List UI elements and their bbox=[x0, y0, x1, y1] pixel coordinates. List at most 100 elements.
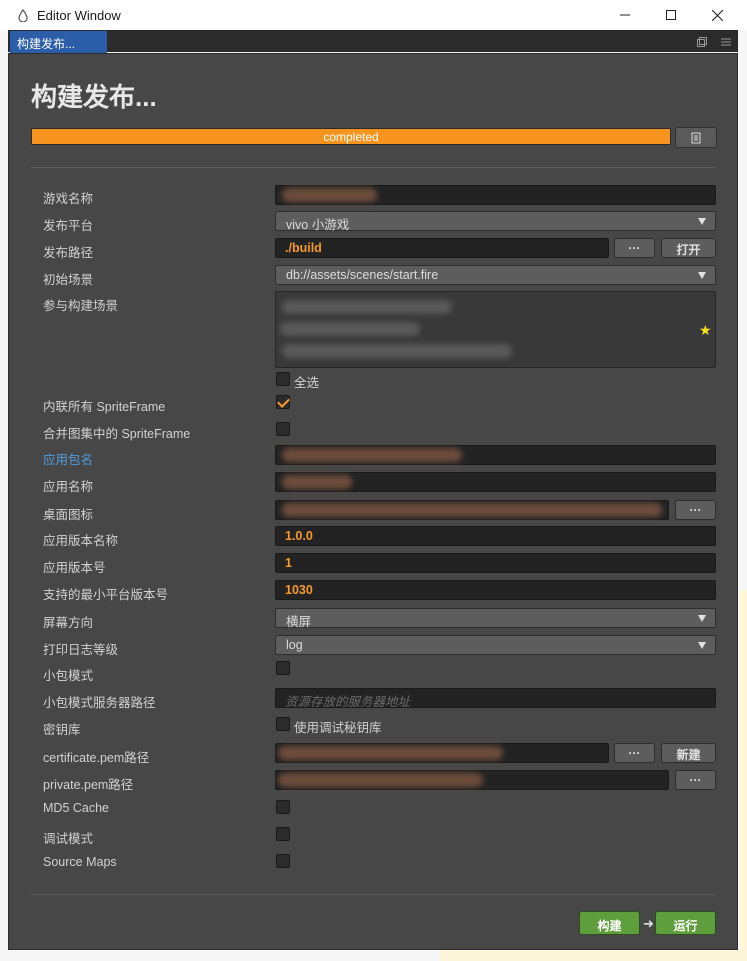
star-icon: ★ bbox=[699, 322, 712, 338]
log-level-select[interactable]: log bbox=[275, 635, 716, 655]
app-name-input[interactable] bbox=[275, 472, 716, 492]
close-icon bbox=[711, 9, 723, 21]
subpackage-server-placeholder: 资源存放的服务器地址 bbox=[285, 695, 411, 709]
select-all-label: 全选 bbox=[294, 376, 320, 390]
inline-sprite-checkbox[interactable] bbox=[276, 395, 290, 409]
redacted-value bbox=[282, 188, 377, 202]
cert-new-button[interactable]: 新建 bbox=[661, 743, 716, 763]
desktop-icon-browse-button[interactable]: ··· bbox=[675, 500, 716, 520]
chevron-down-icon bbox=[698, 615, 706, 622]
start-scene-value: db://assets/scenes/start.fire bbox=[286, 268, 439, 282]
subpackage-label: 小包模式 bbox=[43, 669, 94, 683]
app-name-label: 应用名称 bbox=[43, 480, 94, 494]
maximize-icon bbox=[666, 10, 676, 20]
title-bar: Editor Window bbox=[0, 0, 747, 30]
redacted-value bbox=[278, 773, 483, 787]
cert-input[interactable] bbox=[275, 743, 609, 763]
path-label: 发布路径 bbox=[43, 246, 94, 260]
version-name-input[interactable]: 1.0.0 bbox=[275, 526, 716, 546]
merge-sprite-label: 合并图集中的 SpriteFrame bbox=[43, 427, 191, 441]
log-level-value: log bbox=[286, 638, 303, 652]
private-browse-button[interactable]: ··· bbox=[675, 770, 716, 790]
orientation-label: 屏幕方向 bbox=[43, 616, 94, 630]
path-input[interactable]: ./build bbox=[275, 238, 609, 258]
select-all-checkbox[interactable] bbox=[276, 372, 290, 386]
scene-item[interactable] bbox=[282, 344, 512, 358]
version-name-label: 应用版本名称 bbox=[43, 534, 119, 548]
redacted-value bbox=[282, 448, 462, 462]
progress-bar: completed bbox=[31, 128, 671, 145]
tab-build[interactable]: 构建发布... bbox=[10, 31, 107, 53]
document-icon bbox=[691, 132, 701, 143]
cert-label: certificate.pem路径 bbox=[43, 751, 150, 765]
background-left bbox=[0, 30, 8, 961]
version-code-label: 应用版本号 bbox=[43, 561, 106, 575]
background-note-bottom bbox=[440, 950, 747, 961]
tab-strip bbox=[8, 30, 738, 52]
open-log-button[interactable] bbox=[675, 127, 717, 148]
chevron-down-icon bbox=[698, 218, 706, 225]
private-label: private.pem路径 bbox=[43, 778, 134, 792]
divider-top bbox=[31, 167, 716, 168]
maximize-button[interactable] bbox=[648, 0, 694, 30]
desktop-icon-input[interactable] bbox=[275, 500, 669, 520]
minimize-icon bbox=[620, 14, 630, 16]
debug-label: 调试模式 bbox=[43, 832, 94, 846]
debug-checkbox[interactable] bbox=[276, 827, 290, 841]
cert-browse-button[interactable]: ··· bbox=[614, 743, 655, 763]
min-platform-label: 支持的最小平台版本号 bbox=[43, 588, 169, 602]
version-code-input[interactable]: 1 bbox=[275, 553, 716, 573]
keystore-debug-label: 使用调试秘钥库 bbox=[294, 721, 382, 735]
progress-status: completed bbox=[323, 130, 379, 144]
build-scenes-label: 参与构建场景 bbox=[43, 299, 119, 313]
private-input[interactable] bbox=[275, 770, 669, 790]
window-title: Editor Window bbox=[37, 8, 121, 23]
app-icon bbox=[18, 9, 28, 22]
orientation-value: 横屏 bbox=[286, 615, 312, 629]
md5-checkbox[interactable] bbox=[276, 800, 290, 814]
orientation-select[interactable]: 横屏 bbox=[275, 608, 716, 629]
scene-item[interactable] bbox=[282, 300, 452, 314]
scene-item[interactable] bbox=[280, 322, 420, 336]
redacted-value bbox=[282, 475, 352, 489]
package-name-input[interactable] bbox=[275, 445, 716, 465]
desktop-icon-label: 桌面图标 bbox=[43, 508, 94, 522]
redacted-value bbox=[278, 746, 503, 760]
path-open-button[interactable]: 打开 bbox=[661, 238, 716, 258]
game-name-input[interactable] bbox=[275, 185, 716, 205]
subpackage-checkbox[interactable] bbox=[276, 661, 290, 675]
scene-list[interactable] bbox=[275, 291, 716, 368]
min-platform-input[interactable]: 1030 bbox=[275, 580, 716, 600]
subpackage-server-input[interactable]: 资源存放的服务器地址 bbox=[275, 688, 716, 709]
run-button[interactable]: 运行 bbox=[655, 911, 716, 935]
keystore-label: 密钥库 bbox=[43, 723, 81, 737]
close-button[interactable] bbox=[694, 0, 740, 30]
redacted-value bbox=[282, 503, 662, 517]
minimize-button[interactable] bbox=[602, 0, 648, 30]
platform-select[interactable]: vivo 小游戏 bbox=[275, 211, 716, 232]
game-name-label: 游戏名称 bbox=[43, 192, 94, 206]
popout-icon[interactable] bbox=[697, 37, 707, 47]
sourcemaps-label: Source Maps bbox=[43, 855, 117, 869]
sourcemaps-checkbox[interactable] bbox=[276, 854, 290, 868]
md5-label: MD5 Cache bbox=[43, 801, 109, 815]
subpackage-server-label: 小包模式服务器路径 bbox=[43, 696, 156, 710]
keystore-debug-checkbox[interactable] bbox=[276, 717, 290, 731]
build-button[interactable]: 构建 bbox=[579, 911, 640, 935]
page-title: 构建发布... bbox=[31, 82, 157, 112]
platform-label: 发布平台 bbox=[43, 219, 94, 233]
chevron-down-icon bbox=[698, 272, 706, 279]
background-note-right bbox=[740, 590, 747, 961]
path-browse-button[interactable]: ··· bbox=[614, 238, 655, 258]
inline-sprite-label: 内联所有 SpriteFrame bbox=[43, 400, 166, 414]
start-scene-select[interactable]: db://assets/scenes/start.fire bbox=[275, 265, 716, 285]
start-scene-label: 初始场景 bbox=[43, 273, 94, 287]
editor-window: Editor Window 构建发布... 构建发布... completed … bbox=[0, 0, 747, 961]
chevron-down-icon bbox=[698, 642, 706, 649]
merge-sprite-checkbox[interactable] bbox=[276, 422, 290, 436]
package-name-label: 应用包名 bbox=[43, 453, 94, 467]
log-level-label: 打印日志等级 bbox=[43, 643, 119, 657]
arrow-right-icon: ➜ bbox=[643, 916, 654, 931]
divider-bottom bbox=[31, 894, 716, 895]
menu-icon[interactable] bbox=[721, 37, 731, 47]
